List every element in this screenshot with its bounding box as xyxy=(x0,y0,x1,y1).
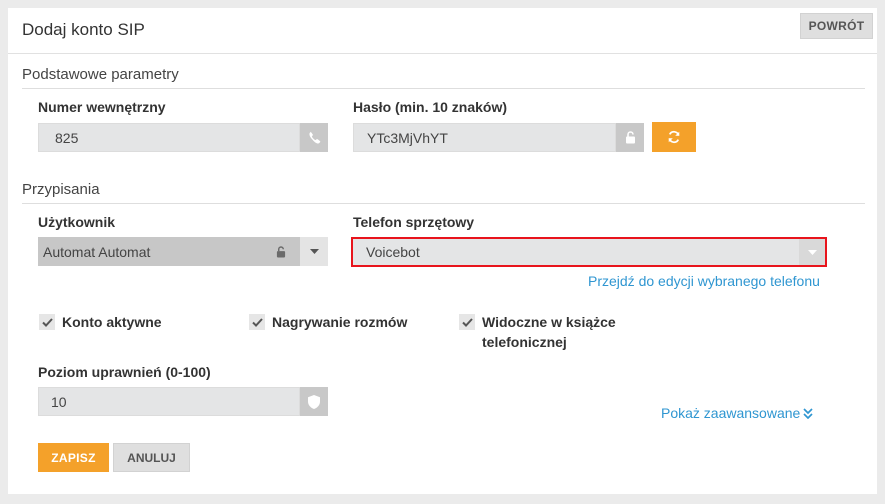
show-advanced-label: Pokaż zaawansowane xyxy=(661,405,801,421)
refresh-icon xyxy=(668,130,680,144)
section-assign-line xyxy=(22,203,865,204)
lock-icon xyxy=(276,245,286,261)
check-icon xyxy=(39,314,55,330)
cancel-button[interactable]: ANULUJ xyxy=(113,443,190,472)
hardware-phone-select[interactable]: Voicebot xyxy=(351,237,827,267)
password-input[interactable]: YTc3MjVhYT xyxy=(353,123,616,152)
save-button[interactable]: ZAPISZ xyxy=(38,443,109,472)
sip-account-panel: Dodaj konto SIP POWRÓT Podstawowe parame… xyxy=(8,8,877,494)
permission-level-input[interactable]: 10 xyxy=(38,387,300,416)
lock-icon xyxy=(616,123,644,152)
hardware-phone-arrow[interactable] xyxy=(799,239,825,265)
section-basic-line xyxy=(22,88,865,89)
checkbox-active-label: Konto aktywne xyxy=(62,314,162,330)
extension-label: Numer wewnętrzny xyxy=(38,99,166,115)
checkbox-phonebook-label: Widoczne w książce telefonicznej xyxy=(482,314,616,350)
permission-level-label: Poziom uprawnień (0-100) xyxy=(38,364,211,380)
chevron-down-icon xyxy=(807,249,817,255)
edit-phone-link[interactable]: Przejdź do edycji wybranego telefonu xyxy=(588,273,820,289)
user-select-value: Automat Automat xyxy=(43,243,151,260)
section-assign-title: Przypisania xyxy=(22,181,100,198)
checkbox-recording[interactable]: Nagrywanie rozmów xyxy=(249,312,407,332)
hardware-phone-label: Telefon sprzętowy xyxy=(353,214,475,230)
hardware-phone-value: Voicebot xyxy=(366,244,420,260)
back-button[interactable]: POWRÓT xyxy=(800,13,873,39)
check-icon xyxy=(459,314,475,330)
phone-icon xyxy=(300,123,328,152)
double-chevron-down-icon xyxy=(803,407,813,419)
user-select-arrow[interactable] xyxy=(300,237,328,266)
password-label: Hasło (min. 10 znaków) xyxy=(353,99,508,115)
header-divider xyxy=(8,53,877,54)
show-advanced-link[interactable]: Pokaż zaawansowane xyxy=(661,405,813,421)
checkbox-recording-label: Nagrywanie rozmów xyxy=(272,314,408,330)
generate-password-button[interactable] xyxy=(652,122,696,152)
extension-input[interactable]: 825 xyxy=(38,123,300,152)
checkbox-phonebook[interactable]: Widoczne w książce telefonicznej xyxy=(459,312,629,352)
section-basic-title: Podstawowe parametry xyxy=(22,66,179,83)
chevron-down-icon xyxy=(309,249,319,254)
check-icon xyxy=(249,314,265,330)
shield-icon xyxy=(300,387,328,416)
user-label: Użytkownik xyxy=(38,214,116,230)
user-select[interactable]: Automat Automat xyxy=(38,237,300,266)
checkbox-active[interactable]: Konto aktywne xyxy=(39,312,162,332)
page-title: Dodaj konto SIP xyxy=(22,20,145,39)
